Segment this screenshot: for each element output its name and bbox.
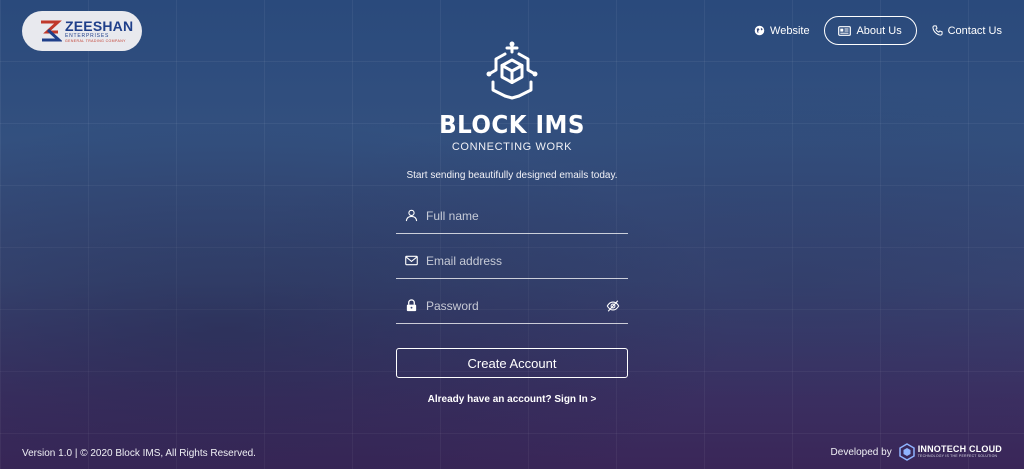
developed-by-label: Developed by [830,446,892,458]
create-account-button[interactable]: Create Account [396,348,628,378]
nav-website-link[interactable]: Website [754,25,810,37]
password-input[interactable] [396,292,628,319]
brand-block: BLOCK IMS CONNECTING WORK [0,40,1024,153]
id-card-icon [838,25,852,36]
signin-link[interactable]: Sign In > [554,394,596,405]
eye-off-icon[interactable] [606,299,620,313]
innotech-text: INNOTECH CLOUD TECHNOLOGY IS THE PERFECT… [918,445,1002,459]
email-input[interactable] [396,247,628,274]
nav-contact-label: Contact Us [947,24,1002,37]
signin-prompt: Already have an account? [427,394,552,405]
lock-icon [406,299,417,312]
signup-form: Start sending beautifully designed email… [396,170,628,405]
user-icon [405,209,418,222]
nav-about-label: About Us [856,24,902,37]
brand-title: BLOCK IMS [439,110,585,139]
email-field [396,247,628,279]
innotech-tagline: TECHNOLOGY IS THE PERFECT SOLUTION [917,454,998,459]
logo-subtitle: ENTERPRISES [65,32,110,39]
cube-network-icon [486,41,538,100]
developer-credit: Developed by INNOTECH CLOUD TECHNOLOGY I… [831,443,1002,461]
nav-contact-link[interactable]: Contact Us [931,24,1002,37]
brand-tagline: CONNECTING WORK [451,141,573,153]
innotech-logo[interactable]: INNOTECH CLOUD TECHNOLOGY IS THE PERFECT… [898,443,1002,461]
globe-icon [754,25,765,36]
innotech-name: INNOTECH CLOUD [917,444,1002,455]
innotech-cloud-icon [898,443,915,461]
full-name-field [396,202,628,234]
form-intro-text: Start sending beautifully designed email… [406,170,618,181]
phone-icon [931,25,943,36]
signin-row: Already have an account? Sign In > [396,394,628,405]
mail-icon [405,255,418,266]
logo-name: ZEESHAN [65,17,134,34]
nav-website-label: Website [770,24,810,37]
password-field [396,292,628,324]
full-name-input[interactable] [396,202,628,229]
copyright-text: Version 1.0 | © 2020 Block IMS, All Righ… [22,448,256,459]
